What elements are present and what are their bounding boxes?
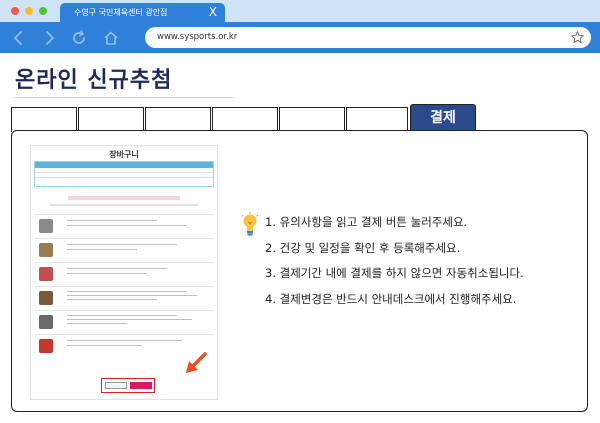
bookmark-star-icon[interactable] — [570, 30, 585, 45]
forward-icon[interactable] — [40, 29, 58, 47]
instruction-item: 1. 유의사항을 읽고 결제 버튼 눌러주세요. — [265, 215, 468, 229]
document-icon — [39, 219, 53, 233]
browser-tab-bar: 수영구 국민체육센터 광안점 X — [0, 0, 600, 22]
cart-notice-sub — [49, 204, 199, 206]
pointer-arrow-icon — [186, 352, 207, 373]
instruction-item: 2. 건강 및 일정을 확인 후 등록해주세요. — [265, 240, 461, 255]
url-text: www.sysports.or.kr — [157, 32, 238, 42]
cart-table — [34, 161, 214, 187]
browser-tab-title: 수영구 국민체육센터 광안점 — [74, 8, 168, 17]
instruction-list: 1. 유의사항을 읽고 결제 버튼 눌러주세요. 2. 건강 및 일정을 확인 … — [265, 212, 524, 314]
home-icon[interactable] — [102, 29, 120, 47]
card-icon — [39, 339, 53, 353]
step-tab-3[interactable] — [145, 107, 211, 132]
reload-icon[interactable] — [70, 29, 88, 47]
bag-icon — [39, 291, 53, 305]
step-tab-4[interactable] — [212, 107, 278, 132]
lightbulb-icon — [241, 212, 259, 236]
title-divider — [15, 97, 233, 98]
notice-item — [35, 286, 213, 308]
window-close-dot[interactable] — [11, 7, 19, 15]
back-icon[interactable] — [10, 29, 28, 47]
cart-cancel-button[interactable] — [105, 382, 127, 389]
cart-page-screenshot: 장바구니 — [30, 145, 218, 400]
cart-logo: 장바구니 — [109, 150, 139, 159]
notice-item — [35, 310, 213, 332]
window-zoom-dot[interactable] — [39, 7, 47, 15]
page-title: 온라인 신규추첨 — [15, 68, 173, 93]
browser-toolbar: www.sysports.or.kr — [0, 22, 600, 53]
browser-tab[interactable]: 수영구 국민체육센터 광안점 X — [60, 3, 225, 22]
cart-pay-button[interactable] — [130, 382, 152, 389]
step-tab-payment[interactable]: 결제 — [410, 104, 476, 132]
step-tab-6[interactable] — [346, 107, 408, 132]
address-bar[interactable]: www.sysports.or.kr — [145, 27, 591, 48]
instruction-item: 3. 결제기간 내에 결제를 하지 않으면 자동취소됩니다. — [265, 266, 524, 280]
step-tab-2[interactable] — [78, 107, 144, 132]
notice-item — [35, 238, 213, 260]
notice-item — [35, 214, 213, 236]
window-minimize-dot[interactable] — [25, 7, 33, 15]
step-tab-5[interactable] — [279, 107, 345, 132]
cart-notice-heading — [68, 196, 180, 200]
calendar-icon — [39, 243, 53, 257]
payment-button-highlight — [101, 378, 155, 393]
instruction-item: 4. 결제변경은 반드시 안내데스크에서 진행해주세요. — [265, 291, 517, 306]
schedule-icon — [39, 267, 53, 281]
step-tab-1[interactable] — [11, 107, 77, 132]
notice-item — [35, 262, 213, 284]
tab-close-icon[interactable]: X — [209, 3, 217, 22]
checklist-icon — [39, 315, 53, 329]
